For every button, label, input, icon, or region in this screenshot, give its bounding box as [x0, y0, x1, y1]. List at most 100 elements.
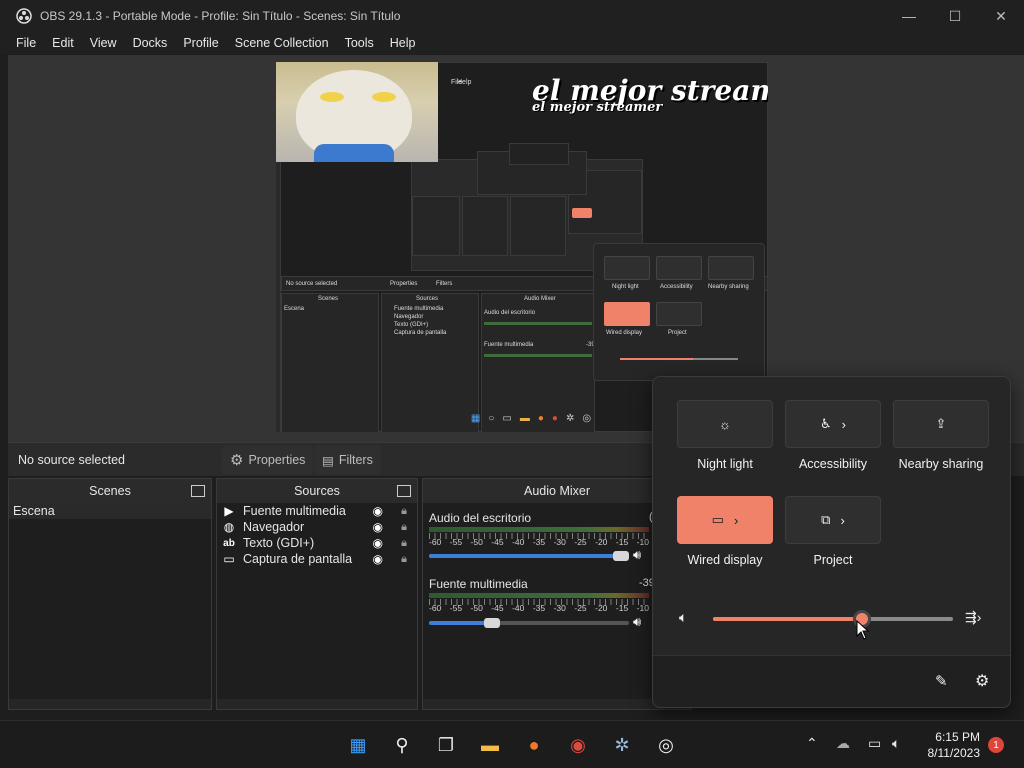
properties-button[interactable]: ⚙ Properties — [222, 446, 314, 474]
volume-slider[interactable] — [429, 551, 629, 561]
nested-settings-icon: ✲ — [565, 412, 575, 424]
mixer-channel-name: Audio del escritorio — [429, 511, 532, 525]
source-item[interactable]: ◍ Navegador ◉ 🔒︎ — [217, 519, 417, 535]
start-icon[interactable]: ▦ — [344, 731, 372, 759]
meter-scale: -60 -55 -50 -45 -40 -35 -30 -25 -20 -15 -10 — [429, 603, 649, 613]
play-icon: ▶ — [224, 504, 234, 518]
night-light-label: Night light — [697, 457, 753, 471]
clock-date: 8/11/2023 — [927, 746, 981, 760]
settings-gear-icon[interactable]: ⚙ — [975, 671, 989, 691]
nested-taskbar: ▦ ○ ▭ ▬ ● ● ✲ ◎ — [431, 407, 631, 429]
lock-icon[interactable]: 🔒︎ — [401, 505, 407, 518]
menu-tools[interactable]: Tools — [337, 36, 382, 50]
nested-qs-tile — [604, 256, 650, 280]
settings-icon[interactable]: ✲ — [608, 731, 636, 759]
scene-item[interactable]: Escena — [9, 503, 211, 519]
monitor-icon: ▭ — [223, 552, 235, 566]
nested-level2-mixer — [510, 196, 566, 256]
volume-slider[interactable] — [713, 610, 953, 628]
maximize-button[interactable]: ☐ — [932, 0, 978, 32]
speaker-icon[interactable]: 🔊︎ — [633, 614, 641, 630]
minimize-button[interactable]: — — [886, 0, 932, 32]
nearby-sharing-toggle[interactable]: ⇪ — [893, 400, 989, 448]
source-item[interactable]: ▶ Fuente multimedia ◉ 🔒︎ — [217, 503, 417, 519]
speaker-icon[interactable]: 🔈︎ — [679, 609, 687, 626]
night-light-toggle[interactable]: ☼ — [677, 400, 773, 448]
file-explorer-icon[interactable]: ▬ — [476, 731, 504, 759]
nested-qs-label: Wired display — [606, 330, 643, 336]
menu-profile[interactable]: Profile — [175, 36, 226, 50]
chevron-right-icon: › — [733, 512, 739, 528]
menu-docks[interactable]: Docks — [125, 36, 176, 50]
visibility-eye-icon[interactable]: ◉ — [373, 504, 383, 518]
menu-scene-collection[interactable]: Scene Collection — [227, 36, 337, 50]
speaker-icon[interactable]: 🔊︎ — [633, 547, 641, 563]
nested-sources-title: Sources — [416, 296, 439, 302]
menu-file[interactable]: File — [0, 36, 44, 50]
source-item[interactable]: ab Texto (GDI+) ◉ 🔒︎ — [217, 535, 417, 551]
nested-source-item: Captura de pantalla — [394, 330, 447, 336]
source-item-label: Navegador — [243, 520, 305, 534]
project-toggle[interactable]: ⧉ › — [785, 496, 881, 544]
filters-button[interactable]: ▤ Filters — [314, 446, 381, 474]
volume-meter — [429, 527, 649, 532]
nested-search-icon: ○ — [488, 412, 495, 424]
nested-source-item: Fuente multimedia — [394, 306, 444, 312]
visibility-eye-icon[interactable]: ◉ — [373, 552, 383, 566]
nested-meter — [484, 322, 592, 325]
network-icon[interactable]: ▭ — [868, 735, 881, 752]
undock-icon[interactable] — [397, 485, 411, 497]
wired-display-toggle[interactable]: ▭ › — [677, 496, 773, 544]
nested-qs-slider — [620, 358, 738, 360]
visibility-eye-icon[interactable]: ◉ — [373, 536, 383, 550]
nested-qs-tile — [708, 256, 754, 280]
undock-icon[interactable] — [191, 485, 205, 497]
edit-pencil-icon[interactable]: ✎ — [935, 672, 948, 690]
close-button[interactable]: ✕ — [978, 0, 1024, 32]
search-icon[interactable]: ⚲ — [388, 731, 416, 759]
project-label: Project — [813, 553, 853, 567]
lock-icon[interactable]: 🔒︎ — [401, 537, 407, 550]
nested-obs-icon: ◎ — [582, 412, 592, 424]
lock-icon[interactable]: 🔒︎ — [401, 553, 407, 566]
lock-icon[interactable]: 🔒︎ — [401, 521, 407, 534]
obs-icon[interactable]: ◎ — [652, 731, 680, 759]
nested-no-source: No source selected — [286, 281, 338, 287]
nested-folder-icon: ▬ — [519, 412, 530, 424]
nested-menu-help: Help — [457, 79, 472, 86]
firefox-icon[interactable]: ● — [520, 731, 548, 759]
menu-help[interactable]: Help — [382, 36, 424, 50]
chevron-up-icon[interactable]: ⌃ — [806, 735, 818, 752]
volume-icon[interactable]: 🔈︎ — [892, 735, 900, 752]
no-source-label: No source selected — [18, 453, 126, 467]
onedrive-icon[interactable]: ☁ — [836, 735, 850, 752]
menu-edit[interactable]: Edit — [44, 36, 82, 50]
stream-overlay-text-nested: el mejor streamer — [532, 100, 663, 115]
nested-meter — [484, 354, 592, 357]
clock[interactable]: 6:15 PM 8/11/2023 — [928, 729, 981, 761]
mixer-footer — [423, 699, 691, 709]
volume-slider-knob[interactable] — [484, 618, 500, 628]
nested-qs-tile-active — [604, 302, 650, 326]
accessibility-toggle[interactable]: ♿︎ › — [785, 400, 881, 448]
chrome-icon[interactable]: ◉ — [564, 731, 592, 759]
visibility-eye-icon[interactable]: ◉ — [373, 520, 383, 534]
task-view-icon[interactable]: ❐ — [432, 731, 460, 759]
cast-icon: ▭ — [711, 512, 724, 527]
source-item[interactable]: ▭ Captura de pantalla ◉ 🔒︎ — [217, 551, 417, 567]
volume-slider[interactable] — [429, 618, 629, 628]
mixer-channel-name: Fuente multimedia — [429, 577, 528, 591]
scenes-header: Scenes — [9, 479, 211, 503]
volume-slider-knob[interactable] — [613, 551, 629, 561]
notification-badge[interactable]: 1 — [988, 737, 1004, 753]
nested-level2-scenes — [412, 196, 460, 256]
source-item-label: Texto (GDI+) — [243, 536, 315, 550]
nested-qs-label: Accessibility — [660, 284, 693, 290]
scenes-footer — [9, 699, 211, 709]
nested-mixer-title: Audio Mixer — [524, 296, 556, 302]
menu-view[interactable]: View — [82, 36, 125, 50]
scene-item-label: Escena — [13, 504, 55, 518]
nested-properties: Properties — [390, 281, 418, 287]
volume-meter — [429, 593, 649, 598]
audio-output-select-icon[interactable]: ⇶› — [965, 609, 981, 626]
